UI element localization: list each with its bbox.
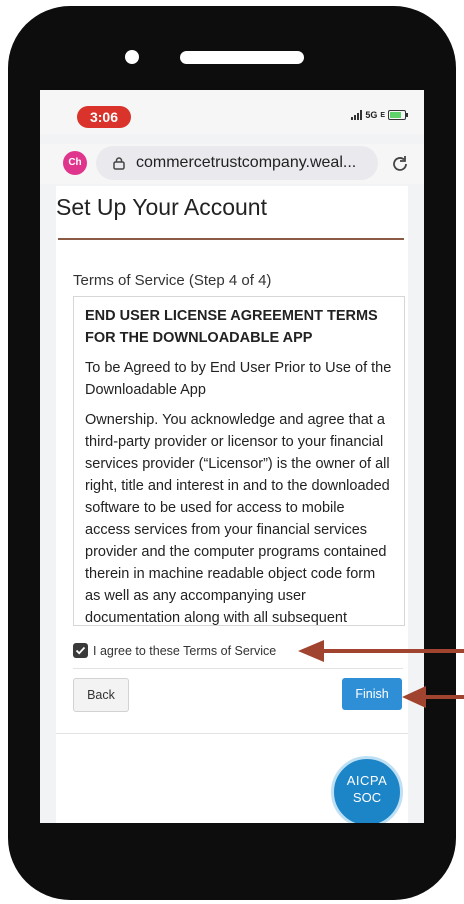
terms-heading: END USER LICENSE AGREEMENT TERMS FOR THE…: [85, 308, 378, 346]
aicpa-soc-badge: AICPA SOC: [331, 756, 403, 823]
browser-address-row: Ch commercetrustcompany.weal...: [40, 144, 424, 184]
annotation-arrow-agree: [298, 640, 464, 662]
speaker-bar: [180, 51, 304, 64]
status-time: 3:06: [77, 106, 131, 128]
battery-icon: [388, 110, 408, 120]
finish-button[interactable]: Finish: [342, 678, 402, 710]
step-label: Terms of Service (Step 4 of 4): [73, 272, 272, 289]
form-divider: [73, 668, 403, 669]
agree-terms-row[interactable]: I agree to these Terms of Service: [73, 643, 276, 658]
terms-paragraph: Ownership. You acknowledge and agree tha…: [85, 412, 390, 626]
status-bar: 3:06 5G E: [40, 90, 424, 134]
site-info-icon[interactable]: [112, 156, 126, 170]
profile-avatar[interactable]: Ch: [63, 151, 87, 175]
status-indicators: 5G E: [351, 110, 408, 120]
address-bar[interactable]: commercetrustcompany.weal...: [96, 146, 378, 180]
network-suffix: E: [380, 111, 385, 119]
badge-line-1: AICPA: [346, 773, 388, 788]
page-title: Set Up Your Account: [56, 194, 267, 220]
badge-line-2: SOC: [352, 790, 382, 805]
phone-screen: 3:06 5G E Ch commercetrustcompany.weal..…: [40, 90, 424, 823]
annotation-arrow-finish: [402, 686, 464, 708]
terms-paragraph: To be Agreed to by End User Prior to Use…: [85, 360, 392, 398]
terms-scroll-box[interactable]: END USER LICENSE AGREEMENT TERMS FOR THE…: [73, 296, 405, 626]
reload-icon[interactable]: [390, 154, 410, 174]
url-text: commercetrustcompany.weal...: [136, 154, 357, 171]
title-divider: [58, 238, 404, 240]
card-bottom-divider: [56, 733, 408, 734]
network-label: 5G: [365, 110, 378, 120]
camera-dot: [125, 50, 139, 64]
signal-icon: [351, 110, 363, 120]
checkmark-icon: [75, 646, 86, 655]
agree-checkbox-label[interactable]: I agree to these Terms of Service: [93, 644, 276, 658]
agree-checkbox[interactable]: [73, 643, 88, 658]
back-button[interactable]: Back: [73, 678, 129, 712]
